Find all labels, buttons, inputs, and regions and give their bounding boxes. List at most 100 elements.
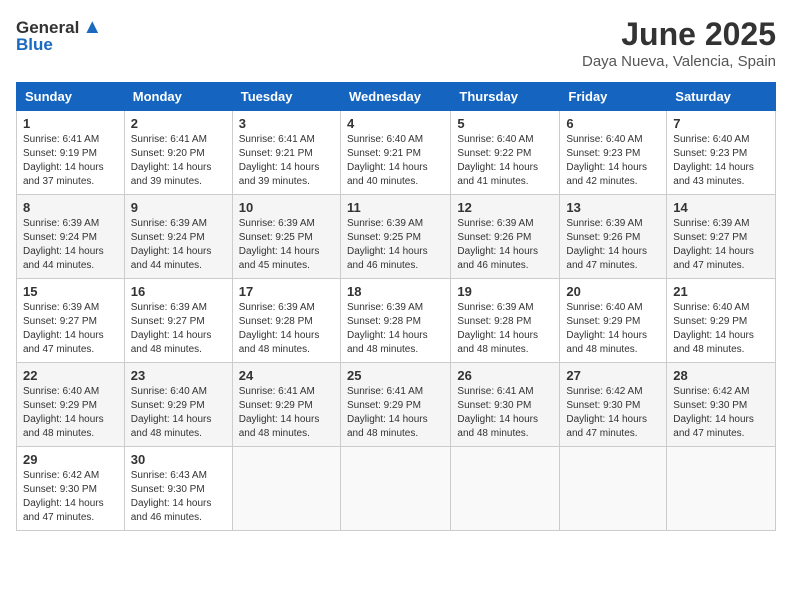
day-number: 27 [566,368,660,383]
day-number: 16 [131,284,226,299]
calendar-cell: 30 Sunrise: 6:43 AMSunset: 9:30 PMDayligh… [124,447,232,531]
day-info: Sunrise: 6:40 AMSunset: 9:23 PMDaylight:… [566,133,660,189]
calendar-cell: 10Sunrise: 6:39 AMSunset: 9:25 PMDayligh… [232,195,340,279]
header-monday: Monday [124,83,232,111]
day-info: Sunrise: 6:39 AMSunset: 9:24 PMDaylight:… [23,217,118,273]
calendar-cell: 27 Sunrise: 6:42 AMSunset: 9:30 PMDayligh… [560,363,667,447]
calendar-cell: 7 Sunrise: 6:40 AMSunset: 9:23 PMDaylight… [667,111,776,195]
day-number: 6 [566,116,660,131]
day-number: 18 [347,284,444,299]
header-friday: Friday [560,83,667,111]
day-number: 17 [239,284,334,299]
calendar-cell: 9 Sunrise: 6:39 AMSunset: 9:24 PMDaylight… [124,195,232,279]
day-number: 29 [23,452,118,467]
day-info: Sunrise: 6:41 AMSunset: 9:30 PMDaylight:… [457,385,553,441]
day-info: Sunrise: 6:39 AMSunset: 9:28 PMDaylight:… [239,301,334,357]
day-info: Sunrise: 6:39 AMSunset: 9:24 PMDaylight:… [131,217,226,273]
calendar-cell: 12Sunrise: 6:39 AMSunset: 9:26 PMDayligh… [451,195,560,279]
day-info: Sunrise: 6:40 AMSunset: 9:29 PMDaylight:… [566,301,660,357]
day-number: 3 [239,116,334,131]
calendar-week-row: 15 Sunrise: 6:39 AMSunset: 9:27 PMDayligh… [17,279,776,363]
header-wednesday: Wednesday [340,83,450,111]
calendar-cell: 23 Sunrise: 6:40 AMSunset: 9:29 PMDayligh… [124,363,232,447]
day-info: Sunrise: 6:39 AMSunset: 9:25 PMDaylight:… [347,217,444,273]
day-number: 28 [673,368,769,383]
day-info: Sunrise: 6:39 AMSunset: 9:27 PMDaylight:… [23,301,118,357]
calendar-cell: 24 Sunrise: 6:41 AMSunset: 9:29 PMDayligh… [232,363,340,447]
calendar-cell: 26 Sunrise: 6:41 AMSunset: 9:30 PMDayligh… [451,363,560,447]
calendar-cell: 8 Sunrise: 6:39 AMSunset: 9:24 PMDaylight… [17,195,125,279]
day-number: 19 [457,284,553,299]
day-info: Sunrise: 6:39 AMSunset: 9:25 PMDaylight:… [239,217,334,273]
calendar-week-row: 1 Sunrise: 6:41 AMSunset: 9:19 PMDaylight… [17,111,776,195]
calendar-cell: 29 Sunrise: 6:42 AMSunset: 9:30 PMDayligh… [17,447,125,531]
calendar-cell: 4Sunrise: 6:40 AMSunset: 9:21 PMDaylight… [340,111,450,195]
day-number: 23 [131,368,226,383]
day-number: 14 [673,200,769,215]
header-thursday: Thursday [451,83,560,111]
day-number: 26 [457,368,553,383]
day-number: 24 [239,368,334,383]
day-number: 25 [347,368,444,383]
day-number: 11 [347,200,444,215]
day-number: 20 [566,284,660,299]
calendar-cell: 25 Sunrise: 6:41 AMSunset: 9:29 PMDayligh… [340,363,450,447]
calendar-week-row: 8 Sunrise: 6:39 AMSunset: 9:24 PMDaylight… [17,195,776,279]
calendar-cell: 11 Sunrise: 6:39 AMSunset: 9:25 PMDayligh… [340,195,450,279]
day-info: Sunrise: 6:39 AMSunset: 9:28 PMDaylight:… [457,301,553,357]
calendar-cell: 18 Sunrise: 6:39 AMSunset: 9:28 PMDayligh… [340,279,450,363]
day-info: Sunrise: 6:41 AMSunset: 9:29 PMDaylight:… [239,385,334,441]
calendar-cell: 6 Sunrise: 6:40 AMSunset: 9:23 PMDaylight… [560,111,667,195]
day-info: Sunrise: 6:43 AMSunset: 9:30 PMDaylight:… [131,469,226,525]
day-info: Sunrise: 6:40 AMSunset: 9:23 PMDaylight:… [673,133,769,189]
day-info: Sunrise: 6:39 AMSunset: 9:28 PMDaylight:… [347,301,444,357]
calendar-cell [232,447,340,531]
calendar-cell: 16 Sunrise: 6:39 AMSunset: 9:27 PMDayligh… [124,279,232,363]
day-number: 2 [131,116,226,131]
day-number: 1 [23,116,118,131]
day-number: 22 [23,368,118,383]
day-number: 8 [23,200,118,215]
day-info: Sunrise: 6:39 AMSunset: 9:27 PMDaylight:… [131,301,226,357]
calendar-cell [340,447,450,531]
day-number: 5 [457,116,553,131]
calendar-cell: 19 Sunrise: 6:39 AMSunset: 9:28 PMDayligh… [451,279,560,363]
header: General ▲ Blue June 2025 Daya Nueva, Val… [16,16,776,70]
day-number: 30 [131,452,226,467]
day-info: Sunrise: 6:42 AMSunset: 9:30 PMDaylight:… [23,469,118,525]
day-number: 7 [673,116,769,131]
header-saturday: Saturday [667,83,776,111]
day-info: Sunrise: 6:40 AMSunset: 9:29 PMDaylight:… [23,385,118,441]
day-number: 4 [347,116,444,131]
day-info: Sunrise: 6:40 AMSunset: 9:29 PMDaylight:… [673,301,769,357]
calendar-cell: 21Sunrise: 6:40 AMSunset: 9:29 PMDayligh… [667,279,776,363]
day-info: Sunrise: 6:41 AMSunset: 9:19 PMDaylight:… [23,133,118,189]
location-title: Daya Nueva, Valencia, Spain [582,53,776,70]
day-info: Sunrise: 6:41 AMSunset: 9:20 PMDaylight:… [131,133,226,189]
calendar-cell: 14Sunrise: 6:39 AMSunset: 9:27 PMDayligh… [667,195,776,279]
header-sunday: Sunday [17,83,125,111]
calendar-cell: 3Sunrise: 6:41 AMSunset: 9:21 PMDaylight… [232,111,340,195]
calendar-cell [451,447,560,531]
logo-blue-text: Blue [16,35,53,55]
calendar-cell: 20 Sunrise: 6:40 AMSunset: 9:29 PMDayligh… [560,279,667,363]
calendar-cell: 15 Sunrise: 6:39 AMSunset: 9:27 PMDayligh… [17,279,125,363]
day-info: Sunrise: 6:42 AMSunset: 9:30 PMDaylight:… [673,385,769,441]
day-info: Sunrise: 6:39 AMSunset: 9:26 PMDaylight:… [457,217,553,273]
calendar-cell: 1 Sunrise: 6:41 AMSunset: 9:19 PMDaylight… [17,111,125,195]
title-area: June 2025 Daya Nueva, Valencia, Spain [582,16,776,70]
logo-bird-icon: ▲ [82,16,102,39]
calendar-week-row: 29 Sunrise: 6:42 AMSunset: 9:30 PMDayligh… [17,447,776,531]
day-info: Sunrise: 6:40 AMSunset: 9:29 PMDaylight:… [131,385,226,441]
calendar-week-row: 22 Sunrise: 6:40 AMSunset: 9:29 PMDayligh… [17,363,776,447]
day-number: 15 [23,284,118,299]
day-number: 9 [131,200,226,215]
day-info: Sunrise: 6:42 AMSunset: 9:30 PMDaylight:… [566,385,660,441]
day-number: 13 [566,200,660,215]
day-info: Sunrise: 6:40 AMSunset: 9:22 PMDaylight:… [457,133,553,189]
day-info: Sunrise: 6:39 AMSunset: 9:26 PMDaylight:… [566,217,660,273]
calendar-cell: 22 Sunrise: 6:40 AMSunset: 9:29 PMDayligh… [17,363,125,447]
logo: General ▲ Blue [16,16,102,55]
day-info: Sunrise: 6:41 AMSunset: 9:29 PMDaylight:… [347,385,444,441]
calendar-cell [560,447,667,531]
